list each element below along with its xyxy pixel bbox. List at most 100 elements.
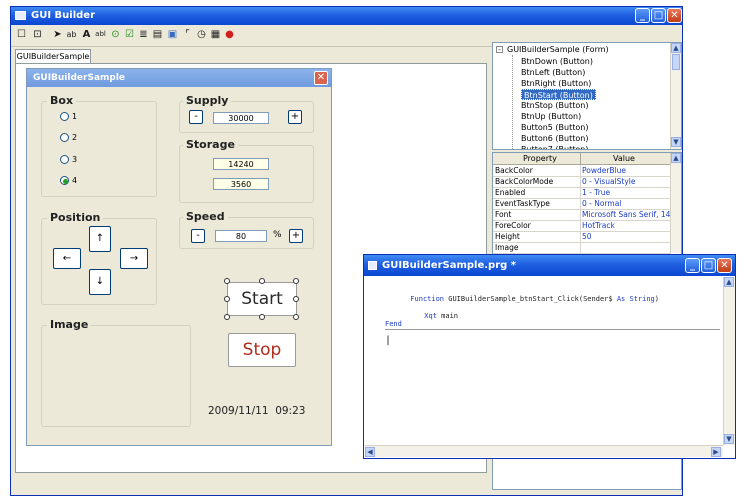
scroll-thumb[interactable] [672,54,680,70]
speed-plus-button[interactable]: + [289,229,303,243]
minimize-button[interactable]: _ [635,8,650,23]
listbox-tool-icon[interactable]: ≣ [137,28,150,41]
speed-value-field[interactable]: 80 [215,230,267,242]
selection-handle-mr[interactable] [293,296,299,302]
property-grid-divider [580,165,581,255]
new-icon[interactable]: ☐ [15,28,28,41]
camera-icon[interactable]: ▦ [209,28,222,41]
text-cursor: | [385,335,392,346]
picture-tool-icon[interactable]: ▣ [166,28,179,41]
editor-title-bar[interactable]: GUIBuilderSample.prg * [364,255,735,276]
run-icon[interactable]: ● [223,28,236,41]
scroll-down-icon[interactable]: ▼ [671,137,681,147]
supply-plus-button[interactable]: + [288,110,302,124]
selection-handle-tr[interactable] [293,278,299,284]
property-row[interactable]: Font Microsoft Sans Serif, 14 [493,210,671,221]
radio-1-label: 1 [72,112,78,121]
property-row[interactable]: BackColorMode 0 - VisualStyle [493,177,671,188]
tree-item-btnright[interactable]: BtnRight (Button) [521,78,591,89]
selection-handle-ml[interactable] [224,296,230,302]
editor-scroll-down-icon[interactable]: ▼ [724,434,734,444]
editor-title: GUIBuilderSample.prg * [382,260,517,271]
image-group [41,325,191,427]
tree-item-btndown[interactable]: BtnDown (Button) [521,56,593,67]
radio-4[interactable] [60,176,69,185]
editor-close-button[interactable]: ✕ [717,258,732,273]
radio-tool-icon[interactable]: ⊙ [109,28,122,41]
stop-button[interactable]: Stop [228,333,296,367]
start-button[interactable]: Start [227,282,297,316]
editor-scroll-left-icon[interactable]: ◀ [365,447,375,457]
radio-3-label: 3 [72,155,78,164]
property-row[interactable]: Image [493,243,671,254]
property-row[interactable]: EventTaskType 0 - Normal [493,199,671,210]
maximize-button[interactable]: □ [651,8,666,23]
radio-2[interactable] [60,133,69,142]
selection-handle-br[interactable] [293,314,299,320]
supply-value-field[interactable]: 30000 [213,112,269,124]
radio-1[interactable] [60,112,69,121]
textbox-tool-icon[interactable]: abl [94,28,107,41]
editor-hscroll[interactable]: ◀ ▶ [365,445,723,457]
right-arrow-button[interactable]: → [120,248,148,269]
speed-unit: % [273,230,282,240]
supply-label: Supply [183,94,232,107]
tree-item-btnstart[interactable]: BtnStart (Button) [521,89,596,100]
combobox-tool-icon[interactable]: ▤ [151,28,164,41]
selection-handle-tl[interactable] [224,278,230,284]
tree-scrollbar[interactable]: ▲ ▼ [670,43,681,149]
editor-maximize-button[interactable]: □ [701,258,716,273]
tree-item-button5[interactable]: Button5 (Button) [521,122,588,133]
groupbox-tool-icon[interactable]: ⌜ [181,28,194,41]
selection-handle-bl[interactable] [224,314,230,320]
storage-value-1: 14240 [213,158,269,170]
property-row[interactable]: Height 50 [493,232,671,243]
image-label: Image [47,318,92,331]
editor-minimize-button[interactable]: _ [685,258,700,273]
left-arrow-button[interactable]: ← [53,248,81,269]
label-tool-icon[interactable]: A [80,28,93,41]
property-row[interactable]: ForeColor HotTrack [493,221,671,232]
function-separator [385,329,720,330]
designer-form[interactable]: GUIBuilderSample ✕ Box 1 2 3 4 Supply - … [26,68,332,446]
object-tree: - GUIBuilderSample (Form) BtnDown (Butto… [492,42,682,150]
editor-scroll-right-icon[interactable]: ▶ [711,447,721,457]
tree-item-btnleft[interactable]: BtnLeft (Button) [521,67,585,78]
property-row[interactable]: Enabled 1 - True [493,188,671,199]
open-icon[interactable]: ⊡ [31,28,44,41]
checkbox-tool-icon[interactable]: ☑ [123,28,136,41]
selection-handle-tc[interactable] [259,278,265,284]
down-arrow-button[interactable]: ↓ [89,269,111,295]
main-title-bar[interactable]: GUI Builder [11,7,682,25]
collapse-icon[interactable]: - [496,46,503,54]
selection-handle-bc[interactable] [259,314,265,320]
tab-guibuildersample[interactable]: GUIBuilderSample [15,49,91,63]
speed-label: Speed [183,210,228,223]
property-scrollbar[interactable]: ▲ [670,153,681,253]
code-area[interactable]: Function GUIBuilderSample_btnStart_Click… [365,277,723,445]
tree-item-btnup[interactable]: BtnUp (Button) [521,111,581,122]
radio-3[interactable] [60,155,69,164]
form-title-bar[interactable]: GUIBuilderSample [27,69,331,87]
button-tool-icon[interactable]: ab [65,28,78,41]
pointer-icon[interactable]: ➤ [51,28,64,41]
speed-minus-button[interactable]: - [191,229,205,243]
property-header: Property Value [493,153,671,165]
tree-item-btnstop[interactable]: BtnStop (Button) [521,100,588,111]
box-group [41,101,157,197]
app-title: GUI Builder [31,10,95,21]
editor-vscroll[interactable]: ▲ ▼ [723,277,735,445]
property-row[interactable]: BackColor PowderBlue [493,166,671,177]
tree-item-button7[interactable]: Button7 (Button) [521,144,588,149]
supply-minus-button[interactable]: - [189,110,203,124]
property-scroll-up-icon[interactable]: ▲ [671,153,681,163]
editor-scroll-up-icon[interactable]: ▲ [724,277,734,287]
form-close-button[interactable]: ✕ [314,71,328,85]
scroll-up-icon[interactable]: ▲ [671,43,681,53]
tree-item-button6[interactable]: Button6 (Button) [521,133,588,144]
close-button[interactable]: ✕ [667,8,682,23]
timer-tool-icon[interactable]: ◷ [195,28,208,41]
code-line-3: Fend [385,320,402,328]
up-arrow-button[interactable]: ↑ [89,226,111,252]
tree-root[interactable]: GUIBuilderSample (Form) [507,45,609,54]
